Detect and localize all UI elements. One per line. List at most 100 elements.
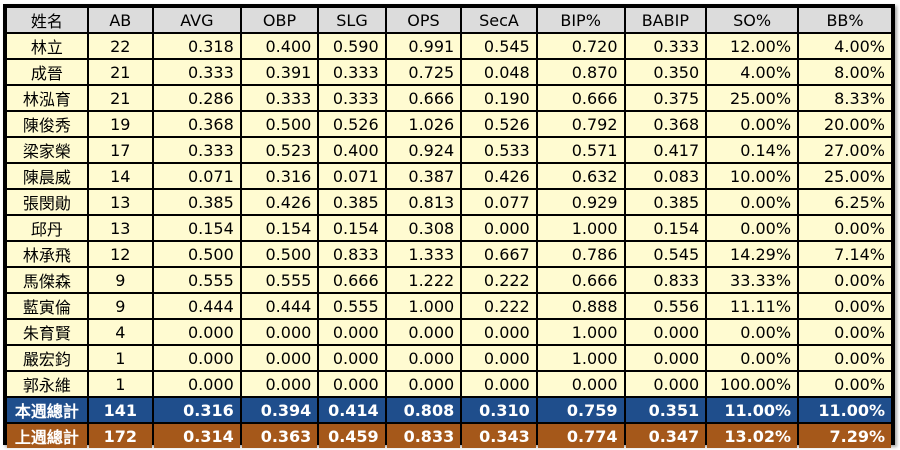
ops-cell: 0.725 <box>386 60 461 84</box>
bb-cell: 8.00% <box>799 60 891 84</box>
seca-cell: 0.048 <box>462 60 536 84</box>
slg-cell: 0.555 <box>319 294 385 318</box>
so-cell: 11.11% <box>707 294 798 318</box>
slg-cell: 0.000 <box>319 372 385 396</box>
obp-cell: 0.000 <box>241 372 318 396</box>
bip-cell: 0.774 <box>537 424 624 448</box>
babip-cell: 0.000 <box>625 320 706 344</box>
avg-cell: 0.318 <box>153 34 240 58</box>
obp-cell: 0.316 <box>241 164 318 188</box>
ops-cell: 0.000 <box>386 372 461 396</box>
ops-cell: 0.924 <box>386 138 461 162</box>
avg-cell: 0.316 <box>153 398 240 422</box>
bb-cell: 7.14% <box>799 242 891 266</box>
slg-cell: 0.833 <box>319 242 385 266</box>
bb-cell: 25.00% <box>799 164 891 188</box>
seca-cell: 0.190 <box>462 86 536 110</box>
ab-cell: 21 <box>88 86 152 110</box>
player-name-cell: 陳俊秀 <box>7 112 87 136</box>
bb-cell: 0.00% <box>799 320 891 344</box>
ops-cell: 0.387 <box>386 164 461 188</box>
slg-cell: 0.459 <box>319 424 385 448</box>
babip-cell: 0.347 <box>625 424 706 448</box>
ab-cell: 12 <box>88 242 152 266</box>
slg-cell: 0.000 <box>319 346 385 370</box>
player-name-cell: 嚴宏鈞 <box>7 346 87 370</box>
so-cell: 25.00% <box>707 86 798 110</box>
bip-cell: 0.000 <box>537 372 624 396</box>
babip-cell: 0.556 <box>625 294 706 318</box>
bip-cell: 0.632 <box>537 164 624 188</box>
avg-cell: 0.000 <box>153 346 240 370</box>
avg-cell: 0.385 <box>153 190 240 214</box>
so-cell: 33.33% <box>707 268 798 292</box>
table-row: 林立 22 0.318 0.400 0.590 0.991 0.545 0.720 0.333 1… <box>7 34 891 58</box>
bb-cell: 0.00% <box>799 372 891 396</box>
bb-cell: 0.00% <box>799 268 891 292</box>
stats-table-frame: 姓名 AB AVG OBP SLG OPS SecA BIP% BABIP SO% BB% 林立 22… <box>3 4 895 448</box>
so-cell: 14.29% <box>707 242 798 266</box>
bip-cell: 0.666 <box>537 86 624 110</box>
player-name-cell: 上週總計 <box>7 424 87 448</box>
so-cell: 13.02% <box>707 424 798 448</box>
table-body: 林立 22 0.318 0.400 0.590 0.991 0.545 0.720 0.333 1… <box>7 34 891 448</box>
avg-cell: 0.154 <box>153 216 240 240</box>
babip-cell: 0.545 <box>625 242 706 266</box>
column-header-babip: BABIP <box>625 8 706 32</box>
player-name-cell: 林立 <box>7 34 87 58</box>
obp-cell: 0.000 <box>241 346 318 370</box>
seca-cell: 0.000 <box>462 372 536 396</box>
player-name-cell: 藍寅倫 <box>7 294 87 318</box>
babip-cell: 0.833 <box>625 268 706 292</box>
ops-cell: 0.308 <box>386 216 461 240</box>
bip-cell: 0.929 <box>537 190 624 214</box>
bip-cell: 0.870 <box>537 60 624 84</box>
player-name-cell: 陳晨威 <box>7 164 87 188</box>
obp-cell: 0.555 <box>241 268 318 292</box>
avg-cell: 0.286 <box>153 86 240 110</box>
obp-cell: 0.363 <box>241 424 318 448</box>
avg-cell: 0.500 <box>153 242 240 266</box>
obp-cell: 0.500 <box>241 242 318 266</box>
ops-cell: 0.808 <box>386 398 461 422</box>
seca-cell: 0.343 <box>462 424 536 448</box>
slg-cell: 0.666 <box>319 268 385 292</box>
column-header-slg: SLG <box>319 8 385 32</box>
column-header-ab: AB <box>88 8 152 32</box>
table-row: 梁家榮 17 0.333 0.523 0.400 0.924 0.533 0.571 0.417… <box>7 138 891 162</box>
seca-cell: 0.545 <box>462 34 536 58</box>
bb-cell: 11.00% <box>799 398 891 422</box>
slg-cell: 0.526 <box>319 112 385 136</box>
ops-cell: 0.833 <box>386 424 461 448</box>
slg-cell: 0.400 <box>319 138 385 162</box>
ops-cell: 0.991 <box>386 34 461 58</box>
table-row: 林泓育 21 0.286 0.333 0.333 0.666 0.190 0.666 0.375… <box>7 86 891 110</box>
so-cell: 100.00% <box>707 372 798 396</box>
ops-cell: 1.026 <box>386 112 461 136</box>
bip-cell: 0.759 <box>537 398 624 422</box>
obp-cell: 0.154 <box>241 216 318 240</box>
so-cell: 0.00% <box>707 216 798 240</box>
this-week-total-row: 本週總計 141 0.316 0.394 0.414 0.808 0.310 0.759 0.3… <box>7 398 891 422</box>
avg-cell: 0.000 <box>153 372 240 396</box>
player-name-cell: 朱育賢 <box>7 320 87 344</box>
ab-cell: 14 <box>88 164 152 188</box>
slg-cell: 0.414 <box>319 398 385 422</box>
obp-cell: 0.426 <box>241 190 318 214</box>
table-row: 林承飛 12 0.500 0.500 0.833 1.333 0.667 0.786 0.545… <box>7 242 891 266</box>
avg-cell: 0.368 <box>153 112 240 136</box>
column-header-seca: SecA <box>462 8 536 32</box>
player-name-cell: 本週總計 <box>7 398 87 422</box>
so-cell: 0.00% <box>707 190 798 214</box>
ab-cell: 172 <box>88 424 152 448</box>
ab-cell: 9 <box>88 294 152 318</box>
bip-cell: 0.786 <box>537 242 624 266</box>
so-cell: 0.00% <box>707 320 798 344</box>
ab-cell: 13 <box>88 190 152 214</box>
player-name-cell: 林泓育 <box>7 86 87 110</box>
avg-cell: 0.000 <box>153 320 240 344</box>
last-week-total-row: 上週總計 172 0.314 0.363 0.459 0.833 0.343 0.774 0.3… <box>7 424 891 448</box>
seca-cell: 0.667 <box>462 242 536 266</box>
column-header-bip: BIP% <box>537 8 624 32</box>
ops-cell: 1.000 <box>386 294 461 318</box>
